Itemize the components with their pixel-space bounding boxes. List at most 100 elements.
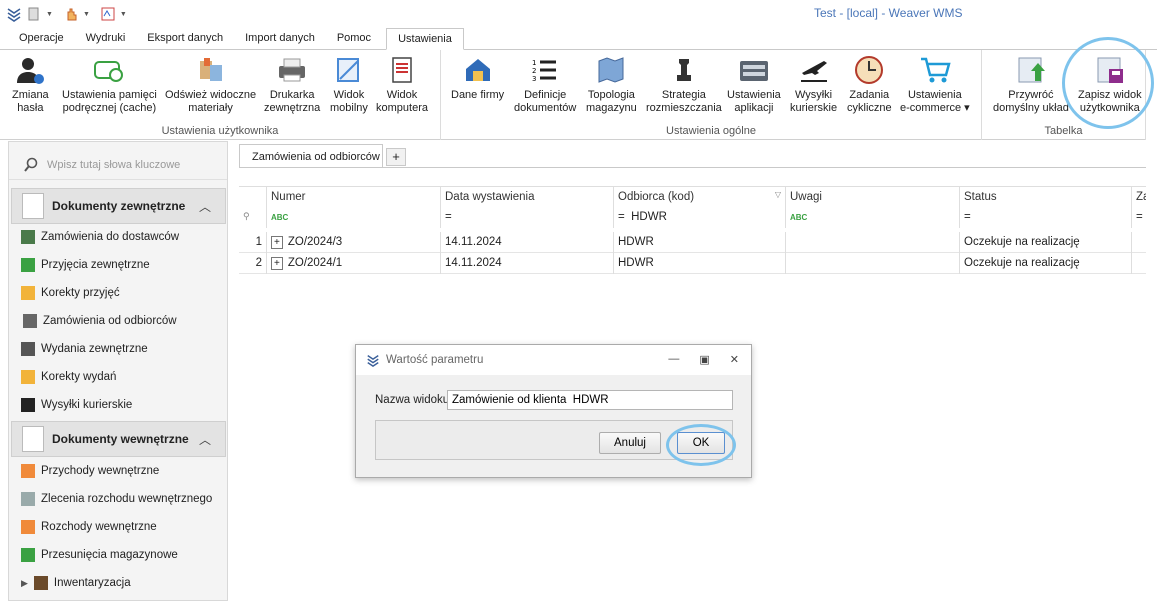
highlight-circle [666, 424, 736, 466]
cell-numer: + ZO/2024/1 [267, 253, 441, 274]
cache-settings-icon [94, 61, 124, 82]
cell-uwagi [786, 253, 960, 274]
app-settings-icon [739, 61, 768, 81]
tab-pomoc[interactable]: Pomoc [326, 28, 382, 50]
dialog-title: Wartość parametru [386, 354, 484, 366]
hand-dropdown-icon[interactable]: ▼ [83, 11, 90, 18]
printer-icon [279, 58, 306, 82]
arrow-down-icon [21, 464, 35, 478]
nav-item-issue-corrections[interactable]: Korekty wydań [21, 366, 116, 388]
close-icon[interactable]: ✕ [730, 353, 739, 366]
filter-numer[interactable]: ABC [267, 207, 441, 228]
document-icon [22, 426, 44, 452]
filter-odbiorca[interactable]: = HDWR [614, 207, 786, 228]
col-data[interactable]: Data wystawienia [441, 187, 614, 208]
placement-strategy-button[interactable]: Strategia rozmieszczania [646, 54, 722, 115]
change-password-button[interactable]: Zmiana hasła [12, 54, 49, 115]
nav-item-inventory[interactable]: ▶ Inwentaryzacja [21, 572, 131, 594]
cell-data: 14.11.2024 [441, 253, 614, 274]
filter-pin-icon: ⚲ [239, 207, 267, 228]
document-definitions-icon: 123 [532, 59, 557, 83]
col-numer[interactable]: Numer [267, 187, 441, 208]
doc-tab-customer-orders[interactable]: Zamówienia od odbiorców [239, 144, 383, 168]
app-logo-icon [367, 355, 379, 367]
expand-arrow-icon[interactable]: ▶ [21, 578, 28, 589]
nav-item-internal-issues[interactable]: Rozchody wewnętrzne [21, 516, 157, 538]
documents-dropdown-icon[interactable]: ▼ [46, 11, 53, 18]
cell-odbiorca: HDWR [614, 253, 786, 274]
col-uwagi[interactable]: Uwagi [786, 187, 960, 208]
mobile-view-icon [336, 58, 359, 82]
maximize-icon[interactable]: ▣ [699, 353, 709, 366]
clock-icon [855, 56, 884, 84]
refresh-materials-button[interactable]: Odśwież widoczne materiały [165, 54, 256, 115]
warehouse-topology-button[interactable]: Topologia magazynu [586, 54, 637, 115]
plane-icon [800, 61, 827, 82]
tab-ustawienia[interactable]: Ustawienia [386, 28, 464, 50]
external-printer-button[interactable]: Drukarka zewnętrzna [264, 54, 320, 115]
cell-uwagi [786, 232, 960, 253]
cache-settings-button[interactable]: Ustawienia pamięci podręcznej (cache) [62, 54, 157, 115]
minimize-icon[interactable]: — [668, 353, 679, 366]
view-name-input[interactable] [447, 390, 733, 410]
abc-dropdown-icon[interactable]: ▼ [120, 11, 127, 18]
company-data-button[interactable]: Dane firmy [451, 54, 504, 102]
col-status[interactable]: Status [960, 187, 1132, 208]
tab-import[interactable]: Import danych [234, 28, 326, 50]
nav-item-supplier-orders[interactable]: Zamówienia do dostawców [21, 226, 179, 248]
col-odbiorca[interactable]: Odbiorca (kod) ▽ [614, 187, 786, 208]
svg-text:3: 3 [532, 75, 536, 83]
cell-odbiorca: HDWR [614, 232, 786, 253]
abc-filter-icon: ABC [271, 213, 289, 222]
group-external-docs[interactable]: Dokumenty zewnętrzne ︿ [11, 188, 226, 224]
tab-operacje[interactable]: Operacje [8, 28, 75, 50]
hand-icon[interactable] [63, 6, 79, 22]
app-settings-button[interactable]: Ustawienia aplikacji [727, 54, 781, 115]
filter-icon[interactable]: ▽ [775, 190, 781, 199]
nav-item-warehouse-transfers[interactable]: Przesunięcia magazynowe [21, 544, 178, 566]
nav-item-internal-issue-orders[interactable]: Zlecenia rozchodu wewnętrznego [21, 488, 212, 510]
chess-icon [676, 59, 691, 81]
abc-icon[interactable] [100, 6, 116, 22]
expand-plus-icon[interactable]: + [271, 257, 283, 270]
col-za[interactable]: Za [1132, 187, 1146, 208]
ecommerce-settings-button[interactable]: Ustawienia e-commerce ▾ [900, 54, 970, 115]
nav-item-external-issues[interactable]: Wydania zewnętrzne [21, 338, 148, 360]
filter-status[interactable]: = [960, 207, 1132, 228]
document-definitions-button[interactable]: 123 Definicje dokumentów [514, 54, 576, 115]
chevron-up-icon[interactable]: ︿ [199, 198, 211, 215]
svg-text:1: 1 [532, 59, 536, 67]
chevron-up-icon[interactable]: ︿ [199, 431, 211, 448]
sidebar-search[interactable]: Wpisz tutaj słowa kluczowe [9, 150, 227, 180]
cell-za [1132, 232, 1146, 253]
document-icon [22, 193, 44, 219]
filter-uwagi[interactable]: ABC [786, 207, 960, 228]
cyclic-tasks-button[interactable]: Zadania cykliczne [847, 54, 892, 115]
nav-item-customer-orders[interactable]: Zamówienia od odbiorców [23, 310, 177, 332]
truck-green-icon [21, 258, 35, 272]
mobile-view-button[interactable]: Widok mobilny [330, 54, 368, 115]
expand-plus-icon[interactable]: + [271, 236, 283, 249]
refresh-materials-icon [199, 58, 222, 81]
group-internal-docs[interactable]: Dokumenty wewnętrzne ︿ [11, 421, 226, 457]
nav-item-receipt-corrections[interactable]: Korekty przyjęć [21, 282, 120, 304]
truck-dark-icon [21, 342, 35, 356]
table-row[interactable]: 1 + ZO/2024/3 14.11.2024 HDWR Oczekuje na… [239, 232, 1146, 253]
documents-icon[interactable] [26, 6, 42, 22]
cancel-button[interactable]: Anuluj [599, 432, 661, 454]
nav-item-external-receipts[interactable]: Przyjęcia zewnętrzne [21, 254, 150, 276]
cell-status: Oczekuje na realizację [960, 253, 1132, 274]
nav-item-courier-shipments[interactable]: Wysyłki kurierskie [21, 394, 132, 416]
computer-view-button[interactable]: Widok komputera [376, 54, 428, 115]
table-row[interactable]: 2 + ZO/2024/1 14.11.2024 HDWR Oczekuje na… [239, 253, 1146, 274]
filter-data[interactable]: = [441, 207, 614, 228]
arrow-right-icon [21, 548, 35, 562]
filter-za[interactable]: = [1132, 207, 1146, 228]
courier-shipments-button[interactable]: Wysyłki kurierskie [790, 54, 837, 115]
add-tab-button[interactable]: + [386, 148, 406, 166]
restore-layout-button[interactable]: Przywróć domyślny układ [993, 54, 1069, 115]
nav-item-internal-income[interactable]: Przychody wewnętrzne [21, 460, 159, 482]
tab-wydruki[interactable]: Wydruki [75, 28, 137, 50]
header-corner [239, 187, 267, 208]
tab-eksport[interactable]: Eksport danych [136, 28, 234, 50]
